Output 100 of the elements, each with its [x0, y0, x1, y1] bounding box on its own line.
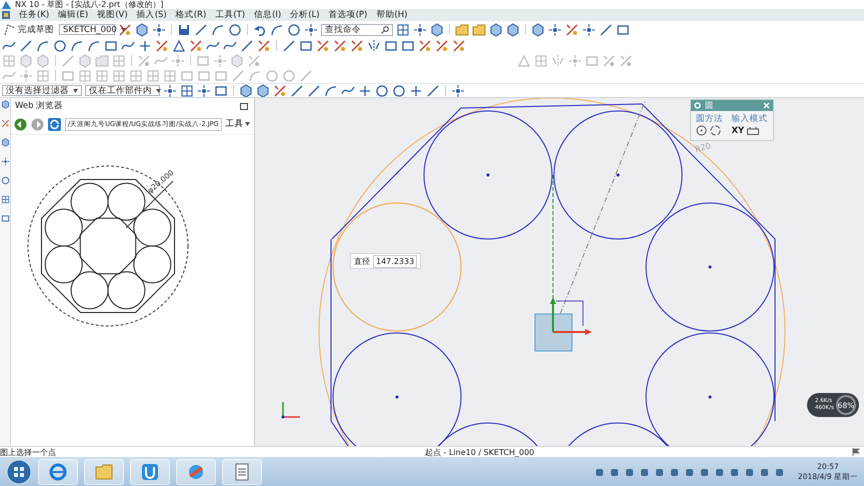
- point-icon[interactable]: [197, 84, 211, 97]
- arc-icon[interactable]: [70, 38, 84, 52]
- circle-icon[interactable]: [53, 38, 67, 52]
- menu-item[interactable]: 视图(V): [97, 9, 128, 21]
- constraint-icon[interactable]: [452, 38, 466, 52]
- radius-dimension: R20: [694, 141, 712, 154]
- selection-filter-dropdown[interactable]: 没有选择过滤器: [2, 85, 82, 96]
- triad-drawing: [282, 402, 300, 418]
- panel-title: Web 浏览器: [15, 100, 64, 112]
- grid-icon[interactable]: [180, 84, 194, 97]
- arc-icon[interactable]: [211, 22, 225, 36]
- circle-icon[interactable]: [228, 22, 242, 36]
- spline-icon[interactable]: [341, 84, 355, 97]
- arc-icon[interactable]: [270, 22, 284, 36]
- constraint-icon[interactable]: [155, 38, 169, 52]
- menu-item[interactable]: 帮助(H): [376, 9, 408, 21]
- rectangle-icon[interactable]: [616, 22, 630, 36]
- app-menu-icon[interactable]: [2, 11, 10, 19]
- grid-icon[interactable]: [396, 22, 410, 36]
- circle-icon[interactable]: [287, 22, 301, 36]
- close-icon[interactable]: [763, 102, 770, 109]
- caret-icon[interactable]: [73, 88, 78, 92]
- menu-item[interactable]: 分析(L): [290, 9, 320, 21]
- arc-icon[interactable]: [87, 38, 101, 52]
- arc-icon[interactable]: [324, 84, 338, 97]
- constraint-icon[interactable]: [189, 38, 203, 52]
- point-icon[interactable]: [152, 22, 166, 36]
- line-icon[interactable]: [240, 38, 254, 52]
- triangle-icon[interactable]: [172, 38, 186, 52]
- point-icon[interactable]: [413, 22, 427, 36]
- menu-item[interactable]: 首选项(P): [328, 9, 368, 21]
- finish-sketch-button[interactable]: 完成草图: [2, 24, 56, 36]
- line-icon[interactable]: [282, 38, 296, 52]
- save-icon[interactable]: [177, 22, 191, 36]
- constraint-icon[interactable]: [273, 84, 287, 97]
- caret-icon[interactable]: [120, 28, 126, 32]
- scope-dropdown[interactable]: 仅在工作部件内: [85, 85, 160, 96]
- diameter-field[interactable]: 直径 147.2333: [350, 253, 422, 269]
- menu-item[interactable]: 格式(R): [176, 9, 206, 21]
- menu-item[interactable]: 插入(S): [136, 9, 167, 21]
- constraint-icon[interactable]: [316, 38, 330, 52]
- menu-item[interactable]: 工具(T): [215, 9, 246, 21]
- constraint-icon[interactable]: [118, 22, 132, 36]
- rectangle-icon[interactable]: [384, 38, 398, 52]
- menu-item[interactable]: 编辑(E): [58, 9, 88, 21]
- point-icon[interactable]: [451, 84, 465, 97]
- plus-icon[interactable]: [138, 38, 152, 52]
- line-icon[interactable]: [290, 84, 304, 97]
- constraint-icon[interactable]: [418, 38, 432, 52]
- point-icon[interactable]: [582, 22, 596, 36]
- menu-item[interactable]: 信息(I): [254, 9, 282, 21]
- constraint-icon[interactable]: [565, 22, 579, 36]
- plus-icon[interactable]: [358, 84, 372, 97]
- center-point-circle-icon[interactable]: [696, 125, 707, 136]
- circle-icon[interactable]: [375, 84, 389, 97]
- caret-icon[interactable]: [156, 88, 161, 92]
- rectangle-icon[interactable]: [104, 38, 118, 52]
- cube-icon[interactable]: [0, 138, 10, 147]
- browser-icon[interactable]: [48, 462, 68, 482]
- globe-icon[interactable]: [186, 462, 206, 482]
- point-icon[interactable]: [304, 22, 318, 36]
- circle-icon[interactable]: [392, 84, 406, 97]
- line-icon[interactable]: [307, 84, 321, 97]
- arc-icon[interactable]: [36, 38, 50, 52]
- grid-icon[interactable]: [0, 195, 10, 204]
- rectangle-icon[interactable]: [214, 84, 228, 97]
- point-icon[interactable]: [0, 157, 10, 166]
- plus-icon[interactable]: [409, 84, 423, 97]
- gear-icon[interactable]: [694, 102, 701, 109]
- circle-icon[interactable]: [0, 176, 10, 185]
- search-icon[interactable]: [381, 26, 389, 34]
- point-icon[interactable]: [548, 22, 562, 36]
- back-icon[interactable]: [14, 118, 27, 130]
- constraint-icon[interactable]: [0, 119, 10, 128]
- caret-icon[interactable]: [244, 122, 250, 126]
- three-point-circle-icon[interactable]: [710, 125, 721, 136]
- constraint-icon[interactable]: [333, 38, 347, 52]
- diameter-value[interactable]: 147.2333: [373, 254, 418, 268]
- constraint-icon[interactable]: [435, 38, 449, 52]
- rectangle-icon[interactable]: [299, 38, 313, 52]
- xy-mode-button[interactable]: XY: [732, 126, 744, 136]
- start-button[interactable]: [6, 459, 32, 485]
- cad-app-icon[interactable]: [140, 462, 160, 482]
- line-icon[interactable]: [194, 22, 208, 36]
- line-icon[interactable]: [19, 38, 33, 52]
- rectangle-icon[interactable]: [401, 38, 415, 52]
- maximize-icon[interactable]: [240, 102, 248, 110]
- mirror-icon[interactable]: [367, 38, 381, 52]
- search-field[interactable]: 查找命令: [321, 24, 393, 36]
- parameter-mode-icon[interactable]: [747, 126, 760, 135]
- tools-menu[interactable]: 工具: [226, 118, 250, 130]
- line-icon[interactable]: [426, 84, 440, 97]
- refresh-icon[interactable]: [48, 118, 61, 130]
- constraint-icon[interactable]: [257, 38, 271, 52]
- rectangle-icon[interactable]: [0, 214, 10, 223]
- point-icon[interactable]: [163, 84, 177, 97]
- menu-item[interactable]: 任务(K): [19, 9, 50, 21]
- cube-icon[interactable]: [0, 100, 10, 109]
- constraint-icon[interactable]: [350, 38, 364, 52]
- line-icon[interactable]: [599, 22, 613, 36]
